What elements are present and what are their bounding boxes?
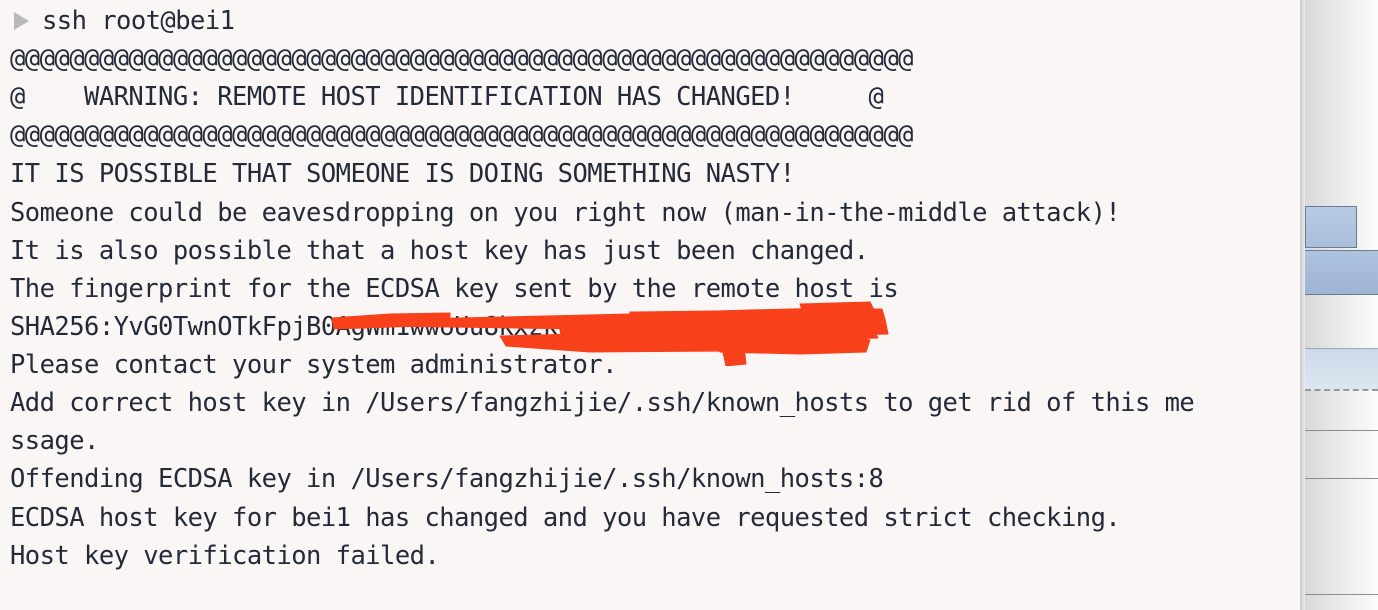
selected-cell-small[interactable] (1305, 206, 1357, 248)
terminal-output-line: Offending ECDSA key in /Users/fangzhijie… (10, 464, 884, 494)
selected-row-highlight[interactable] (1305, 250, 1378, 295)
terminal-output-line: @@@@@@@@@@@@@@@@@@@@@@@@@@@@@@@@@@@@@@@@… (10, 120, 914, 150)
terminal-output-line: IT IS POSSIBLE THAT SOMEONE IS DOING SOM… (10, 159, 795, 189)
dashed-divider (1305, 389, 1378, 391)
terminal-output-line: Someone could be eavesdropping on you ri… (10, 198, 1121, 228)
terminal-output-line: ssage. (10, 426, 99, 456)
terminal-output-line: Please contact your system administrator… (10, 350, 617, 380)
window-surface (1305, 0, 1378, 610)
terminal-output-line: ECDSA host key for bei1 has changed and … (10, 503, 1121, 533)
row-separator (1305, 594, 1378, 595)
row-separator (1305, 430, 1378, 431)
play-triangle-prompt-icon (14, 12, 29, 30)
terminal-output-line: Add correct host key in /Users/fangzhiji… (10, 388, 1195, 418)
terminal-window[interactable]: ssh root@bei1 @@@@@@@@@@@@@@@@@@@@@@@@@@… (0, 0, 1300, 610)
background-window-edge[interactable] (1300, 0, 1378, 610)
terminal-fingerprint-line: SHA256:YvG0TwnOTkFpjB0AgWm1wwoUu8kxzkw… (10, 312, 588, 342)
terminal-output-line: @ WARNING: REMOTE HOST IDENTIFICATION HA… (10, 82, 884, 112)
screenshot-root: ssh root@bei1 @@@@@@@@@@@@@@@@@@@@@@@@@@… (0, 0, 1378, 610)
terminal-output-line: It is also possible that a host key has … (10, 236, 869, 266)
terminal-output-line: The fingerprint for the ECDSA key sent b… (10, 274, 899, 304)
secondary-highlight-band[interactable] (1305, 348, 1378, 390)
terminal-command-line: ssh root@bei1 (42, 6, 235, 36)
terminal-output-line: Host key verification failed. (10, 541, 440, 571)
terminal-output-line: @@@@@@@@@@@@@@@@@@@@@@@@@@@@@@@@@@@@@@@@… (10, 44, 914, 74)
row-separator (1305, 478, 1378, 479)
